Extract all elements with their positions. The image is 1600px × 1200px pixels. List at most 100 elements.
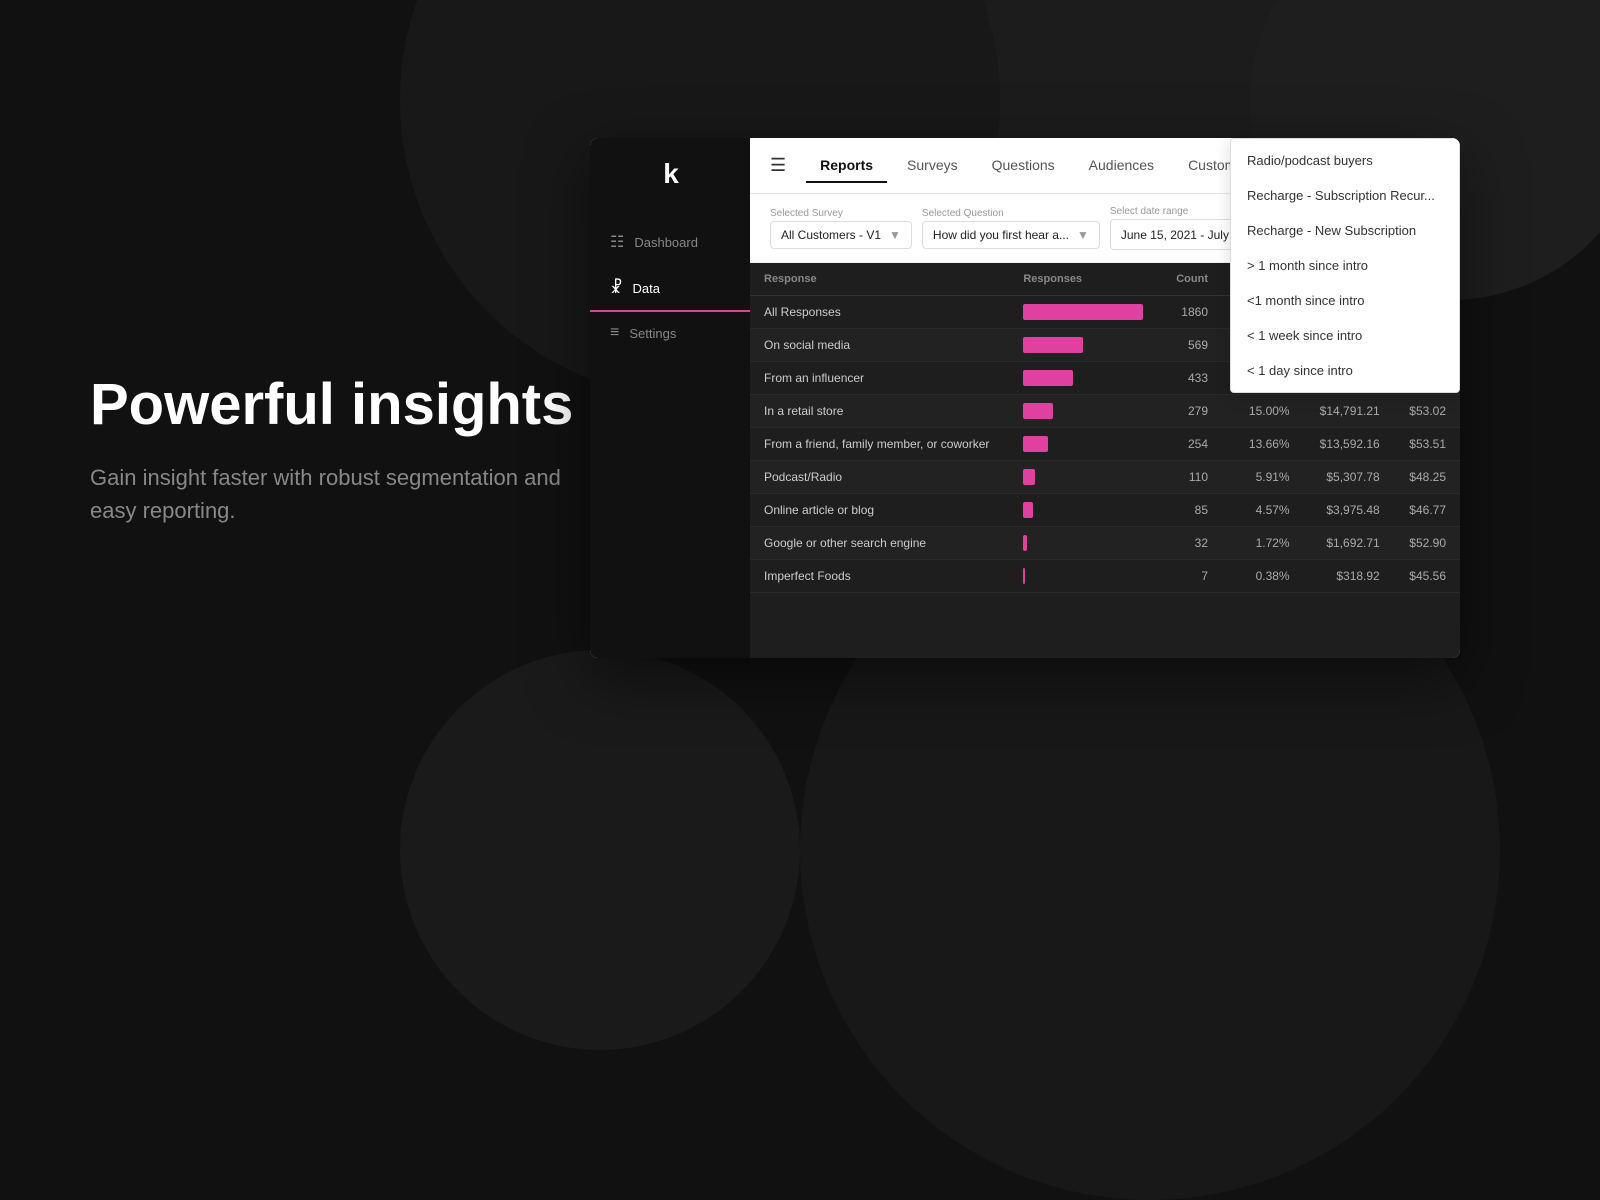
sidebar: k ☷ Dashboard ☧ Data ≡ Settings bbox=[590, 138, 750, 658]
tab-reports[interactable]: Reports bbox=[806, 149, 887, 183]
response-bar bbox=[1023, 502, 1033, 518]
table-row: Imperfect Foods70.38%$318.92$45.56 bbox=[750, 560, 1460, 593]
cell-bar bbox=[1009, 560, 1160, 593]
col-response: Response bbox=[750, 263, 1009, 296]
hamburger-icon[interactable]: ☰ bbox=[770, 155, 786, 176]
table-row: Podcast/Radio 1105.91%$5,307.78$48.25 bbox=[750, 461, 1460, 494]
dropdown-item-1[interactable]: Recharge - Subscription Recur... bbox=[1231, 178, 1459, 213]
bg-decoration-5 bbox=[400, 650, 800, 1050]
cell-extra1: $13,592.16 bbox=[1304, 428, 1394, 461]
cell-count: 110 bbox=[1161, 461, 1222, 494]
sidebar-item-data[interactable]: ☧ Data bbox=[590, 266, 750, 312]
cell-count: 1860 bbox=[1161, 296, 1222, 329]
table-row: In a retail store27915.00%$14,791.21$53.… bbox=[750, 395, 1460, 428]
dashboard-icon: ☷ bbox=[610, 232, 624, 252]
cell-bar bbox=[1009, 527, 1160, 560]
survey-filter-control[interactable]: All Customers - V1 ▼ bbox=[770, 221, 912, 249]
cell-response: In a retail store bbox=[750, 395, 1009, 428]
cell-response: Online article or blog bbox=[750, 494, 1009, 527]
survey-filter-label: Selected Survey bbox=[770, 208, 912, 219]
hero-subtitle: Gain insight faster with robust segmenta… bbox=[90, 461, 610, 527]
cell-count: 254 bbox=[1161, 428, 1222, 461]
response-bar bbox=[1023, 403, 1053, 419]
dropdown-item-2[interactable]: Recharge - New Subscription bbox=[1231, 213, 1459, 248]
cell-response: Google or other search engine bbox=[750, 527, 1009, 560]
dropdown-item-6[interactable]: < 1 day since intro bbox=[1231, 353, 1459, 388]
cell-response: Podcast/Radio bbox=[750, 461, 1009, 494]
cell-response: Imperfect Foods bbox=[750, 560, 1009, 593]
cell-bar bbox=[1009, 395, 1160, 428]
cell-extra2: $46.77 bbox=[1394, 494, 1460, 527]
survey-filter-value: All Customers - V1 bbox=[781, 228, 881, 242]
cell-bar bbox=[1009, 362, 1160, 395]
col-responses: Responses bbox=[1009, 263, 1160, 296]
dropdown-menu: Radio/podcast buyers Recharge - Subscrip… bbox=[1230, 138, 1460, 393]
response-bar bbox=[1023, 304, 1143, 320]
cell-extra2: $53.51 bbox=[1394, 428, 1460, 461]
cell-response: On social media bbox=[750, 329, 1009, 362]
app-logo: k bbox=[663, 158, 677, 190]
response-bar bbox=[1023, 535, 1027, 551]
hero-title: Powerful insights bbox=[90, 373, 610, 437]
main-content: ☰ Reports Surveys Questions Audiences Cu… bbox=[750, 138, 1460, 658]
dropdown-item-4[interactable]: <1 month since intro bbox=[1231, 283, 1459, 318]
filters-row: Selected Survey All Customers - V1 ▼ Sel… bbox=[750, 194, 1460, 263]
response-bar bbox=[1023, 337, 1083, 353]
cell-extra1: $3,975.48 bbox=[1304, 494, 1394, 527]
cell-extra1: $5,307.78 bbox=[1304, 461, 1394, 494]
cell-response: From an influencer bbox=[750, 362, 1009, 395]
cell-count: 85 bbox=[1161, 494, 1222, 527]
cell-percent: 1.72% bbox=[1222, 527, 1304, 560]
cell-percent: 4.57% bbox=[1222, 494, 1304, 527]
cell-count: 569 bbox=[1161, 329, 1222, 362]
hero-section: Powerful insights Gain insight faster wi… bbox=[90, 373, 610, 527]
question-filter-control[interactable]: How did you first hear a... ▼ bbox=[922, 221, 1100, 249]
col-count: Count bbox=[1161, 263, 1222, 296]
sidebar-item-dashboard[interactable]: ☷ Dashboard bbox=[590, 220, 750, 266]
cell-response: From a friend, family member, or coworke… bbox=[750, 428, 1009, 461]
survey-chevron-icon: ▼ bbox=[889, 228, 901, 242]
response-bar bbox=[1023, 436, 1048, 452]
tab-audiences[interactable]: Audiences bbox=[1075, 149, 1168, 183]
cell-count: 279 bbox=[1161, 395, 1222, 428]
tab-surveys[interactable]: Surveys bbox=[893, 149, 972, 183]
survey-filter[interactable]: Selected Survey All Customers - V1 ▼ bbox=[770, 208, 912, 249]
cell-bar bbox=[1009, 461, 1160, 494]
cell-count: 7 bbox=[1161, 560, 1222, 593]
cell-extra2: $48.25 bbox=[1394, 461, 1460, 494]
cell-extra2: $52.90 bbox=[1394, 527, 1460, 560]
table-row: Online article or blog 854.57%$3,975.48$4… bbox=[750, 494, 1460, 527]
question-filter[interactable]: Selected Question How did you first hear… bbox=[922, 208, 1100, 249]
question-filter-value: How did you first hear a... bbox=[933, 228, 1069, 242]
sidebar-item-dashboard-label: Dashboard bbox=[634, 235, 698, 250]
table-row: From a friend, family member, or coworke… bbox=[750, 428, 1460, 461]
cell-count: 32 bbox=[1161, 527, 1222, 560]
tab-questions[interactable]: Questions bbox=[978, 149, 1069, 183]
response-bar bbox=[1023, 568, 1025, 584]
dropdown-item-3[interactable]: > 1 month since intro bbox=[1231, 248, 1459, 283]
dropdown-item-5[interactable]: < 1 week since intro bbox=[1231, 318, 1459, 353]
sidebar-item-settings[interactable]: ≡ Settings bbox=[590, 312, 750, 356]
cell-bar bbox=[1009, 329, 1160, 362]
response-bar bbox=[1023, 370, 1073, 386]
response-bar bbox=[1023, 469, 1035, 485]
cell-percent: 0.38% bbox=[1222, 560, 1304, 593]
cell-bar bbox=[1009, 428, 1160, 461]
cell-extra2: $45.56 bbox=[1394, 560, 1460, 593]
cell-extra2: $53.02 bbox=[1394, 395, 1460, 428]
sidebar-item-settings-label: Settings bbox=[629, 326, 676, 341]
app-window: k ☷ Dashboard ☧ Data ≡ Settings ☰ Report… bbox=[590, 138, 1460, 658]
question-filter-label: Selected Question bbox=[922, 208, 1100, 219]
sidebar-item-data-label: Data bbox=[633, 281, 660, 296]
cell-percent: 5.91% bbox=[1222, 461, 1304, 494]
cell-extra1: $14,791.21 bbox=[1304, 395, 1394, 428]
question-chevron-icon: ▼ bbox=[1077, 228, 1089, 242]
table-row: Google or other search engine 321.72%$1,6… bbox=[750, 527, 1460, 560]
cell-extra1: $1,692.71 bbox=[1304, 527, 1394, 560]
dropdown-item-0[interactable]: Radio/podcast buyers bbox=[1231, 143, 1459, 178]
data-icon: ☧ bbox=[610, 278, 623, 298]
cell-percent: 13.66% bbox=[1222, 428, 1304, 461]
cell-response: All Responses bbox=[750, 296, 1009, 329]
cell-bar bbox=[1009, 494, 1160, 527]
settings-icon: ≡ bbox=[610, 324, 619, 342]
